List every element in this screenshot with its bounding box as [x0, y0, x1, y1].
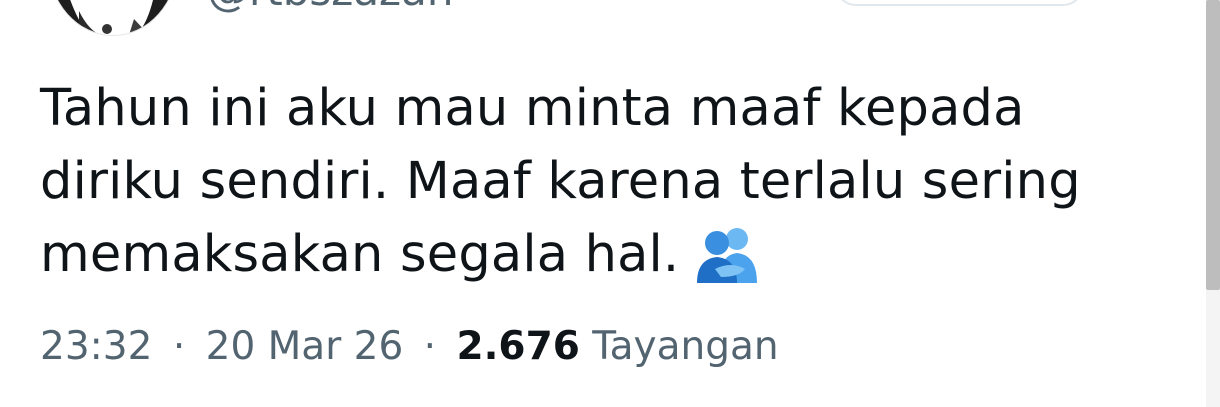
- tweet-text-line-3-text: memaksakan segala hal.: [40, 225, 680, 284]
- scrollbar-thumb[interactable]: [1206, 0, 1220, 290]
- tweet-time[interactable]: 23:32: [40, 324, 152, 369]
- tweet-text-line-1: Tahun ini aku mau minta maaf kepada: [40, 79, 1025, 138]
- author-handle[interactable]: @rtbszazan: [207, 0, 453, 12]
- tweet-text-line-2: diriku sendiri. Maaf karena terlalu seri…: [40, 152, 1081, 211]
- tweet-text-line-3: memaksakan segala hal.: [40, 218, 1160, 291]
- tweet-meta: 23:32 · 20 Mar 26 · 2.676 Tayangan: [40, 322, 779, 372]
- follow-button[interactable]: [835, 0, 1084, 6]
- scrollbar-track[interactable]: [1206, 0, 1220, 407]
- views-label[interactable]: Tayangan: [592, 324, 778, 369]
- tweet-text: Tahun ini aku mau minta maaf kepada diri…: [40, 72, 1160, 291]
- author-avatar[interactable]: [48, 0, 178, 36]
- views-count[interactable]: 2.676: [456, 324, 579, 369]
- people-hugging-icon: [695, 225, 761, 285]
- meta-separator: ·: [423, 324, 437, 369]
- tweet-date[interactable]: 20 Mar 26: [206, 324, 404, 369]
- tweet-detail-view: @rtbszazan Tahun ini aku mau minta maaf …: [0, 0, 1220, 407]
- avatar-image: [49, 0, 177, 35]
- meta-separator: ·: [172, 324, 186, 369]
